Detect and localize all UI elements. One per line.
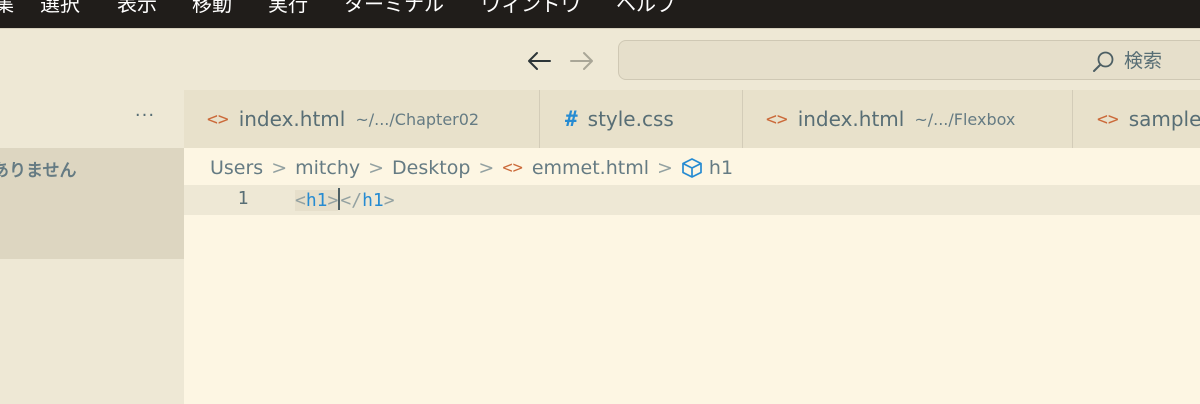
tab-label: index.html bbox=[238, 107, 346, 131]
breadcrumb-symbol[interactable]: h1 bbox=[709, 157, 733, 179]
command-search-box[interactable]: 検索 bbox=[618, 40, 1200, 80]
code-tag-name: h1 bbox=[305, 190, 328, 211]
menu-item-edit[interactable]: 集 bbox=[0, 0, 14, 18]
breadcrumb-desktop[interactable]: Desktop bbox=[392, 157, 470, 179]
arrow-left-icon bbox=[528, 52, 551, 70]
menu-item-run[interactable]: 実行 bbox=[268, 0, 308, 18]
html-file-icon: <> bbox=[1097, 108, 1119, 130]
code-line[interactable]: <h1> </h1> bbox=[295, 188, 395, 211]
sidebar: ··· ありません bbox=[0, 90, 184, 404]
chevron-right-icon: > bbox=[478, 157, 495, 179]
breadcrumb-file[interactable]: emmet.html bbox=[532, 157, 649, 179]
menu-item-go[interactable]: 移動 bbox=[192, 0, 232, 18]
tab-index-html-chapter02[interactable]: <> index.html ~/.../Chapter02 bbox=[184, 90, 540, 148]
code-punctuation: > bbox=[327, 190, 339, 211]
title-bar: 検索 bbox=[0, 28, 1200, 90]
menu-item-terminal[interactable]: ターミナル bbox=[344, 0, 444, 18]
code-punctuation: > bbox=[383, 190, 395, 211]
menu-item-view[interactable]: 表示 bbox=[117, 0, 157, 18]
search-icon bbox=[1093, 51, 1114, 72]
tab-style-css[interactable]: # style.css bbox=[540, 90, 743, 148]
cube-icon bbox=[682, 158, 702, 178]
code-punctuation: < bbox=[295, 190, 306, 211]
html-file-icon: <> bbox=[766, 108, 788, 130]
chevron-right-icon: > bbox=[656, 157, 673, 179]
menu-item-selection[interactable]: 選択 bbox=[40, 0, 80, 18]
menu-item-window[interactable]: ウィンドウ bbox=[481, 0, 581, 18]
menu-item-help[interactable]: ヘルプ bbox=[616, 0, 676, 18]
sidebar-empty-message: ありません bbox=[0, 161, 77, 181]
breadcrumb-users[interactable]: Users bbox=[210, 157, 263, 179]
tab-sample[interactable]: <> sample bbox=[1073, 90, 1200, 148]
tab-path: ~/.../Chapter02 bbox=[355, 109, 480, 129]
breadcrumb-user[interactable]: mitchy bbox=[295, 157, 360, 179]
tab-path: ~/.../Flexbox bbox=[914, 109, 1016, 129]
tab-label: style.css bbox=[587, 107, 674, 131]
breadcrumb: Users > mitchy > Desktop > <> emmet.html… bbox=[210, 155, 733, 181]
sidebar-panel: ありません bbox=[0, 148, 184, 259]
code-punctuation: </ bbox=[340, 190, 363, 211]
css-file-icon: # bbox=[565, 107, 578, 131]
html-file-icon: <> bbox=[207, 108, 229, 130]
arrow-right-icon bbox=[570, 52, 593, 70]
matched-open-tag: <h1> bbox=[295, 190, 339, 211]
code-tag-name: h1 bbox=[362, 190, 384, 211]
tab-bar: <> index.html ~/.../Chapter02 # style.cs… bbox=[184, 90, 1200, 148]
tab-index-html-flexbox[interactable]: <> index.html ~/.../Flexbox bbox=[743, 90, 1073, 148]
tab-label: sample bbox=[1128, 107, 1200, 131]
forward-button[interactable] bbox=[565, 41, 599, 81]
html-file-icon: <> bbox=[502, 158, 523, 178]
chevron-right-icon: > bbox=[368, 157, 385, 179]
line-number: 1 bbox=[237, 188, 249, 209]
search-label: 検索 bbox=[1124, 50, 1163, 72]
tab-label: index.html bbox=[797, 107, 905, 131]
menu-bar: 集 選択 表示 移動 実行 ターミナル ウィンドウ ヘルプ bbox=[0, 0, 1200, 28]
chevron-right-icon: > bbox=[271, 157, 288, 179]
more-actions-button[interactable]: ··· bbox=[130, 104, 160, 134]
back-button[interactable] bbox=[522, 41, 556, 81]
